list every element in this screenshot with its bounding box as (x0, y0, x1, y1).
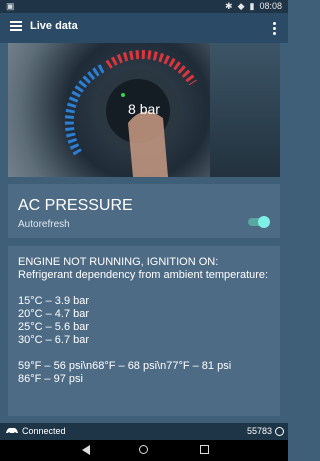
toggle-knob (258, 216, 270, 228)
parameter-card: AC PRESSURE Autorefresh (8, 184, 280, 238)
arrow-icon[interactable] (275, 427, 284, 436)
autorefresh-toggle[interactable] (248, 216, 270, 228)
wifi-icon: ◆ (237, 1, 245, 11)
system-nav-bar (0, 440, 288, 461)
parameter-title: AC PRESSURE (18, 197, 133, 214)
info-line: Refrigerant dependency from ambient temp… (18, 269, 269, 281)
overflow-menu-icon[interactable] (273, 22, 276, 37)
hero-image: 8 bar (8, 43, 280, 177)
info-line: 30°C – 6.7 bar (18, 334, 90, 346)
live-value: 8 bar (128, 101, 160, 117)
info-line: 20°C – 4.7 bar (18, 308, 90, 320)
knob-led (121, 93, 125, 97)
info-text: ENGINE NOT RUNNING, IGNITION ON: Refrige… (18, 256, 274, 386)
info-line: 86°F – 97 psi (18, 373, 83, 385)
battery-icon: ▮ (249, 1, 255, 11)
connection-status: Connected (22, 426, 66, 436)
car-icon (6, 428, 18, 435)
info-line: 15°C – 3.9 bar (18, 295, 90, 307)
bluetooth-icon: ✱ (225, 1, 233, 11)
info-card: ENGINE NOT RUNNING, IGNITION ON: Refrige… (8, 246, 280, 416)
frame-counter: 55783 (246, 426, 272, 436)
notification-icon: ▣ (6, 1, 15, 11)
info-line: 25°C – 5.6 bar (18, 321, 90, 333)
status-bar: ▣ ✱ ◆ ▮ 08:08 (0, 0, 288, 13)
recents-icon[interactable] (200, 445, 209, 454)
app-bar: Live data (0, 13, 288, 43)
back-icon[interactable] (82, 445, 90, 455)
hand-shape (128, 111, 168, 177)
menu-icon[interactable] (10, 21, 22, 33)
home-icon[interactable] (139, 445, 148, 454)
connection-bar: Connected 55783 (0, 423, 288, 440)
status-icons: ✱ ◆ ▮ 08:08 (225, 0, 282, 13)
info-line (18, 282, 274, 295)
autorefresh-label: Autorefresh (18, 219, 70, 230)
info-line: 59°F – 56 psi\n68°F – 68 psi\n77°F – 81 … (18, 360, 232, 372)
status-time: 08:08 (259, 1, 282, 11)
info-line: ENGINE NOT RUNNING, IGNITION ON: (18, 256, 219, 268)
page-title: Live data (30, 20, 78, 32)
info-line (18, 347, 274, 360)
